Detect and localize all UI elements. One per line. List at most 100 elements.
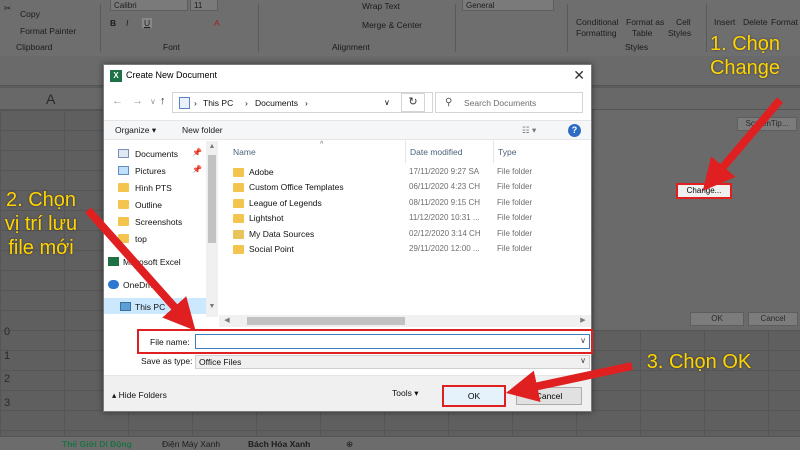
tree-item-outline[interactable]: Outline [118, 198, 206, 213]
file-row[interactable]: Adobe 17/11/2020 9:27 SA File folder [219, 165, 591, 180]
file-row[interactable]: Lightshot 11/12/2020 10:31 ... File fold… [219, 211, 591, 226]
navigation-pane: Documents 📌 Pictures 📌 Hình PTS Outline … [104, 141, 208, 317]
row-number[interactable]: 1 [0, 350, 14, 362]
add-sheet-icon[interactable]: ⊕ [346, 439, 353, 450]
sheet-tab[interactable]: Điện Máy Xanh [162, 439, 220, 449]
close-icon[interactable]: ✕ [573, 67, 585, 84]
address-dropdown-icon[interactable]: ∨ [384, 98, 390, 107]
address-bar[interactable]: › This PC › Documents › ∨ [172, 92, 433, 113]
options-cancel-button[interactable]: Cancel [748, 312, 798, 326]
font-size-select[interactable]: 11 [190, 0, 218, 11]
view-options-icon[interactable]: ☷ ▾ [522, 125, 536, 136]
styles-group-label: Styles [625, 42, 649, 52]
command-bar: Organize ▾ New folder ☷ ▾ ? [104, 120, 591, 140]
file-row[interactable]: My Data Sources 02/12/2020 3:14 CH File … [219, 227, 591, 242]
save-as-type-select[interactable]: Office Files ∨ [195, 355, 590, 369]
insert-cells-button[interactable]: Insert [714, 17, 735, 27]
save-as-type-value: Office Files [199, 357, 242, 367]
copy-button[interactable]: Copy [20, 9, 40, 19]
tree-item-onedrive[interactable]: OneDrive [108, 278, 196, 293]
back-arrow-icon[interactable]: ← [112, 95, 123, 107]
column-header-name[interactable]: Name [233, 147, 256, 157]
scroll-up-icon[interactable]: ▲ [206, 143, 218, 150]
refresh-button[interactable]: ↻ [401, 93, 425, 112]
format-painter-button[interactable]: Format Painter [20, 26, 76, 36]
tree-item-microsoft-excel[interactable]: Microsoft Excel [108, 255, 196, 270]
tree-item-hinh-pts[interactable]: Hình PTS [118, 181, 206, 196]
dialog-titlebar[interactable]: X Create New Document ✕ [104, 65, 591, 87]
column-divider[interactable] [405, 141, 406, 163]
cell-styles-label[interactable]: Cell [676, 17, 691, 27]
file-row[interactable]: Social Point 29/11/2020 12:00 ... File f… [219, 242, 591, 257]
hide-folders-button[interactable]: ▴ Hide Folders [112, 390, 167, 401]
breadcrumb-documents[interactable]: Documents [255, 98, 298, 108]
chevron-down-icon: ∨ [580, 356, 586, 365]
file-row[interactable]: League of Legends 08/11/2020 9:15 CH Fil… [219, 196, 591, 211]
new-folder-button[interactable]: New folder [182, 125, 223, 135]
annotation-step-3: 3. Chọn OK [646, 351, 752, 373]
merge-center-button[interactable]: Merge & Center [362, 20, 422, 30]
options-cancel-label: Cancel [760, 314, 786, 323]
cell-styles-label-2[interactable]: Styles [668, 28, 691, 38]
column-header-date[interactable]: Date modified [410, 147, 462, 157]
change-button[interactable]: Change... [676, 183, 732, 199]
conditional-formatting-label-2[interactable]: Formatting [576, 28, 617, 38]
format-cells-button[interactable]: Format [771, 17, 798, 27]
horizontal-scrollbar-thumb[interactable] [247, 317, 405, 325]
delete-cells-button[interactable]: Delete [743, 17, 768, 27]
alignment-group-label: Alignment [332, 42, 370, 52]
screentip-button[interactable]: ScreenTip... [737, 117, 797, 131]
options-ok-button[interactable]: OK [690, 312, 744, 326]
conditional-formatting-label[interactable]: Conditional [576, 17, 619, 27]
help-icon[interactable]: ? [568, 124, 581, 137]
breadcrumb-this-pc[interactable]: This PC [203, 98, 233, 108]
navigation-bar: ← → ∨ ↑ › This PC › Documents › ∨ ↻ ⚲ Se… [104, 92, 591, 114]
up-arrow-icon[interactable]: ↑ [160, 95, 166, 107]
row-number[interactable]: 2 [0, 373, 14, 385]
file-name: Custom Office Templates [249, 182, 344, 192]
format-as-table-label-2[interactable]: Table [632, 28, 652, 38]
tree-item-this-pc[interactable]: This PC [120, 300, 208, 315]
ok-button[interactable]: OK [442, 385, 506, 407]
font-name-select[interactable]: Calibri [110, 0, 188, 11]
sheet-tab[interactable]: Thế Giới Di Động [62, 439, 132, 449]
cut-icon[interactable]: ✂ [4, 3, 11, 14]
column-header-a[interactable]: A [46, 91, 55, 107]
sort-ascending-icon: ^ [320, 141, 324, 148]
sheet-tab[interactable]: Bách Hóa Xanh [248, 439, 310, 449]
format-as-table-label[interactable]: Format as [626, 17, 664, 27]
tree-item-pictures[interactable]: Pictures 📌 [118, 164, 206, 179]
column-header-type[interactable]: Type [498, 147, 516, 157]
search-input[interactable]: ⚲ Search Documents [435, 92, 583, 113]
excel-icon [108, 257, 119, 266]
bold-icon[interactable]: B [110, 18, 116, 28]
forward-arrow-icon[interactable]: → [132, 95, 143, 107]
row-number[interactable]: 0 [0, 326, 14, 338]
tree-scrollbar-thumb[interactable] [208, 155, 216, 243]
tree-item-documents[interactable]: Documents 📌 [118, 147, 206, 162]
organize-button[interactable]: Organize ▾ [115, 125, 156, 136]
tree-scrollbar[interactable]: ▲ ▼ [206, 141, 218, 317]
tree-item-screenshots[interactable]: Screenshots [118, 215, 206, 230]
scroll-left-icon[interactable]: ◀ [221, 316, 233, 324]
file-type: File folder [497, 213, 533, 222]
italic-icon[interactable]: I [126, 18, 128, 28]
file-date: 02/12/2020 3:14 CH [409, 229, 481, 238]
row-number[interactable]: 3 [0, 397, 14, 409]
number-format-select[interactable]: General [462, 0, 554, 11]
tree-item-label: Pictures [135, 166, 166, 176]
file-row[interactable]: Custom Office Templates 06/11/2020 4:23 … [219, 180, 591, 195]
recent-locations-icon[interactable]: ∨ [150, 97, 156, 106]
column-divider[interactable] [493, 141, 494, 163]
file-list-horizontal-scrollbar[interactable]: ◀ ▶ [219, 315, 591, 327]
wrap-text-button[interactable]: Wrap Text [362, 1, 400, 11]
cancel-button[interactable]: Cancel [516, 387, 582, 405]
scroll-right-icon[interactable]: ▶ [577, 316, 589, 324]
scroll-down-icon[interactable]: ▼ [206, 303, 218, 310]
font-group-label: Font [163, 42, 181, 52]
underline-icon[interactable]: U [142, 18, 153, 28]
tree-item-top[interactable]: top [118, 232, 206, 247]
folder-icon [233, 183, 244, 192]
tools-button[interactable]: Tools ▾ [392, 388, 419, 399]
font-color-icon[interactable]: A [214, 18, 220, 28]
